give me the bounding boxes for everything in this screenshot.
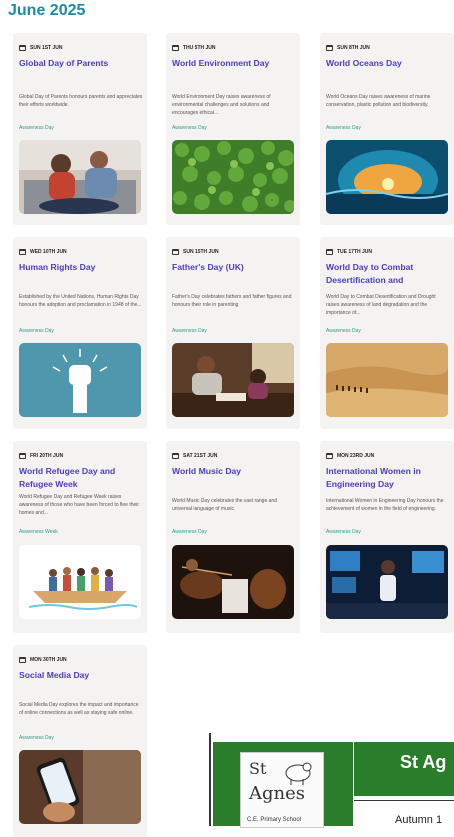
event-card[interactable]: SUN 1ST JUN Global Day of Parents Global… <box>13 33 147 225</box>
event-description: Established by the United Nations, Human… <box>19 294 142 308</box>
event-date: MON 30TH JUN <box>19 655 67 665</box>
event-title[interactable]: Global Day of Parents <box>19 57 143 70</box>
event-tag: Awareness Day <box>19 125 54 131</box>
event-card[interactable]: TUE 17TH JUN World Day to Combat Deserti… <box>320 237 454 429</box>
event-card[interactable]: FRI 20TH JUN World Refugee Day and Refug… <box>13 441 147 633</box>
event-date-text: FRI 20TH JUN <box>30 453 64 459</box>
event-card[interactable]: WED 10TH JUN Human Rights Day Establishe… <box>13 237 147 429</box>
event-description: World Refugee Day and Refugee Week raise… <box>19 494 140 516</box>
event-title[interactable]: World Refugee Day and Refugee Week <box>19 465 143 490</box>
event-title[interactable]: World Day to Combat Desertification and <box>326 261 450 286</box>
month-title: June 2025 <box>8 2 86 19</box>
logo-subtitle: C.E. Primary School <box>247 817 302 823</box>
event-tag: Awareness Day <box>172 328 207 334</box>
event-card[interactable]: SAT 21ST JUN World Music Day World Music… <box>166 441 300 633</box>
event-image-orchestra[interactable] <box>172 545 294 619</box>
event-card[interactable]: MON 30TH JUN Social Media Day Social Med… <box>13 645 147 837</box>
event-date-text: THU 5TH JUN <box>183 45 216 51</box>
calendar-icon <box>326 45 333 51</box>
event-description: World Day to Combat Desertification and … <box>326 294 436 316</box>
event-title[interactable]: Human Rights Day <box>19 261 143 274</box>
event-date-text: WED 10TH JUN <box>30 249 67 255</box>
calendar-icon <box>19 453 26 459</box>
event-description: World Oceans Day raises awareness of mar… <box>326 94 431 108</box>
event-date: TUE 17TH JUN <box>326 247 372 257</box>
event-date: SUN 15TH JUN <box>172 247 219 257</box>
event-description: International Women in Engineering Day h… <box>326 498 444 512</box>
event-image-family[interactable] <box>19 140 141 214</box>
event-title[interactable]: World Oceans Day <box>326 57 450 70</box>
lamb-icon <box>285 762 312 785</box>
event-image-leaves[interactable] <box>172 140 294 214</box>
event-tag: Awareness Day <box>172 125 207 131</box>
school-name: St Ag <box>400 752 447 772</box>
event-tag: Awareness Day <box>326 125 361 131</box>
event-date: MON 23RD JUN <box>326 451 374 461</box>
event-image-smartphone[interactable] <box>19 750 141 824</box>
event-description: World Music Day celebrates the vast rang… <box>172 498 277 512</box>
event-image-desert[interactable] <box>326 343 448 417</box>
event-tag: Awareness Day <box>19 328 54 334</box>
event-tag: Awareness Day <box>172 529 207 535</box>
event-card[interactable]: SUN 15TH JUN Father's Day (UK) Father's … <box>166 237 300 429</box>
event-date-text: MON 23RD JUN <box>337 453 375 459</box>
calendar-icon <box>172 45 179 51</box>
calendar-icon <box>19 249 26 255</box>
event-date: FRI 20TH JUN <box>19 451 63 461</box>
event-date-text: SUN 1ST JUN <box>30 45 63 51</box>
event-date: THU 5TH JUN <box>172 43 216 53</box>
calendar-icon <box>19 45 26 51</box>
event-image-ocean-wave[interactable] <box>326 140 448 214</box>
event-image-father-child[interactable] <box>172 343 294 417</box>
event-date: WED 10TH JUN <box>19 247 67 257</box>
event-card[interactable]: MON 23RD JUN International Women in Engi… <box>320 441 454 633</box>
calendar-icon <box>172 249 179 255</box>
event-card[interactable]: SUN 8TH JUN World Oceans Day World Ocean… <box>320 33 454 225</box>
event-title[interactable]: International Women in Engineering Day <box>326 465 450 490</box>
logo-text-st: St <box>249 759 267 778</box>
event-date-text: TUE 17TH JUN <box>337 249 373 255</box>
event-description: Social Media Day explores the impact and… <box>19 702 139 716</box>
event-date: SAT 21ST JUN <box>172 451 217 461</box>
event-tag: Awareness Day <box>326 328 361 334</box>
event-image-refugee-boat[interactable] <box>19 545 141 619</box>
logo-text-agnes: Agnes <box>249 783 306 804</box>
event-description: Father's Day celebrates fathers and fath… <box>172 294 292 308</box>
event-date-text: SUN 15TH JUN <box>183 249 219 255</box>
calendar-icon <box>326 453 333 459</box>
event-date-text: SUN 8TH JUN <box>337 45 370 51</box>
event-tag: Awareness Day <box>19 735 54 741</box>
event-date-text: SAT 21ST JUN <box>183 453 218 459</box>
calendar-icon <box>172 453 179 459</box>
event-tag: Awareness Day <box>326 529 361 535</box>
event-title[interactable]: World Music Day <box>172 465 296 478</box>
event-title[interactable]: World Environment Day <box>172 57 296 70</box>
calendar-icon <box>19 657 26 663</box>
calendar-icon <box>326 249 333 255</box>
school-term: Autumn 1 <box>395 814 443 826</box>
event-card[interactable]: THU 5TH JUN World Environment Day World … <box>166 33 300 225</box>
event-title[interactable]: Social Media Day <box>19 669 143 682</box>
event-description: Global Day of Parents honours parents an… <box>19 94 143 108</box>
event-date-text: MON 30TH JUN <box>30 657 67 663</box>
event-tag: Awareness Week <box>19 529 58 535</box>
event-description: World Environment Day raises awareness o… <box>172 94 271 116</box>
event-date: SUN 8TH JUN <box>326 43 370 53</box>
event-title[interactable]: Father's Day (UK) <box>172 261 296 274</box>
event-image-raised-fist[interactable] <box>19 343 141 417</box>
event-date: SUN 1ST JUN <box>19 43 63 53</box>
school-logo: St Agnes C.E. Primary School <box>240 752 324 828</box>
event-image-engineer[interactable] <box>326 545 448 619</box>
